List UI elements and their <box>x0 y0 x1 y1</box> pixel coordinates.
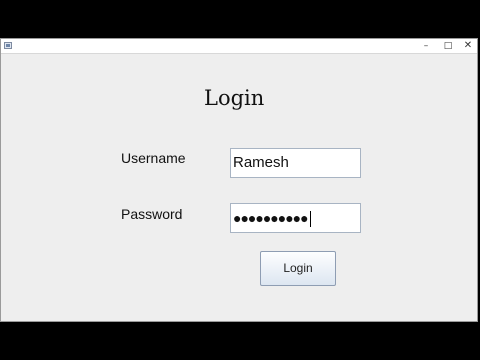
text-caret <box>309 211 311 228</box>
username-field[interactable]: Ramesh <box>230 148 361 178</box>
password-mask: ●●●●●●●●●● <box>233 210 309 226</box>
login-window: – □ ✕ Login Username Ramesh Password ●●●… <box>0 38 478 322</box>
password-field[interactable]: ●●●●●●●●●● <box>230 203 361 233</box>
app-icon <box>4 42 12 49</box>
username-label: Username <box>121 150 186 166</box>
username-value: Ramesh <box>233 154 289 171</box>
page-title: Login <box>204 86 265 110</box>
login-button[interactable]: Login <box>260 251 336 286</box>
minimize-button[interactable]: – <box>415 39 437 53</box>
maximize-button[interactable]: □ <box>437 39 459 53</box>
form-panel: Login Username Ramesh Password ●●●●●●●●●… <box>2 54 476 320</box>
close-button[interactable]: ✕ <box>457 39 479 53</box>
title-bar[interactable]: – □ ✕ <box>1 39 477 54</box>
password-label: Password <box>121 206 183 222</box>
